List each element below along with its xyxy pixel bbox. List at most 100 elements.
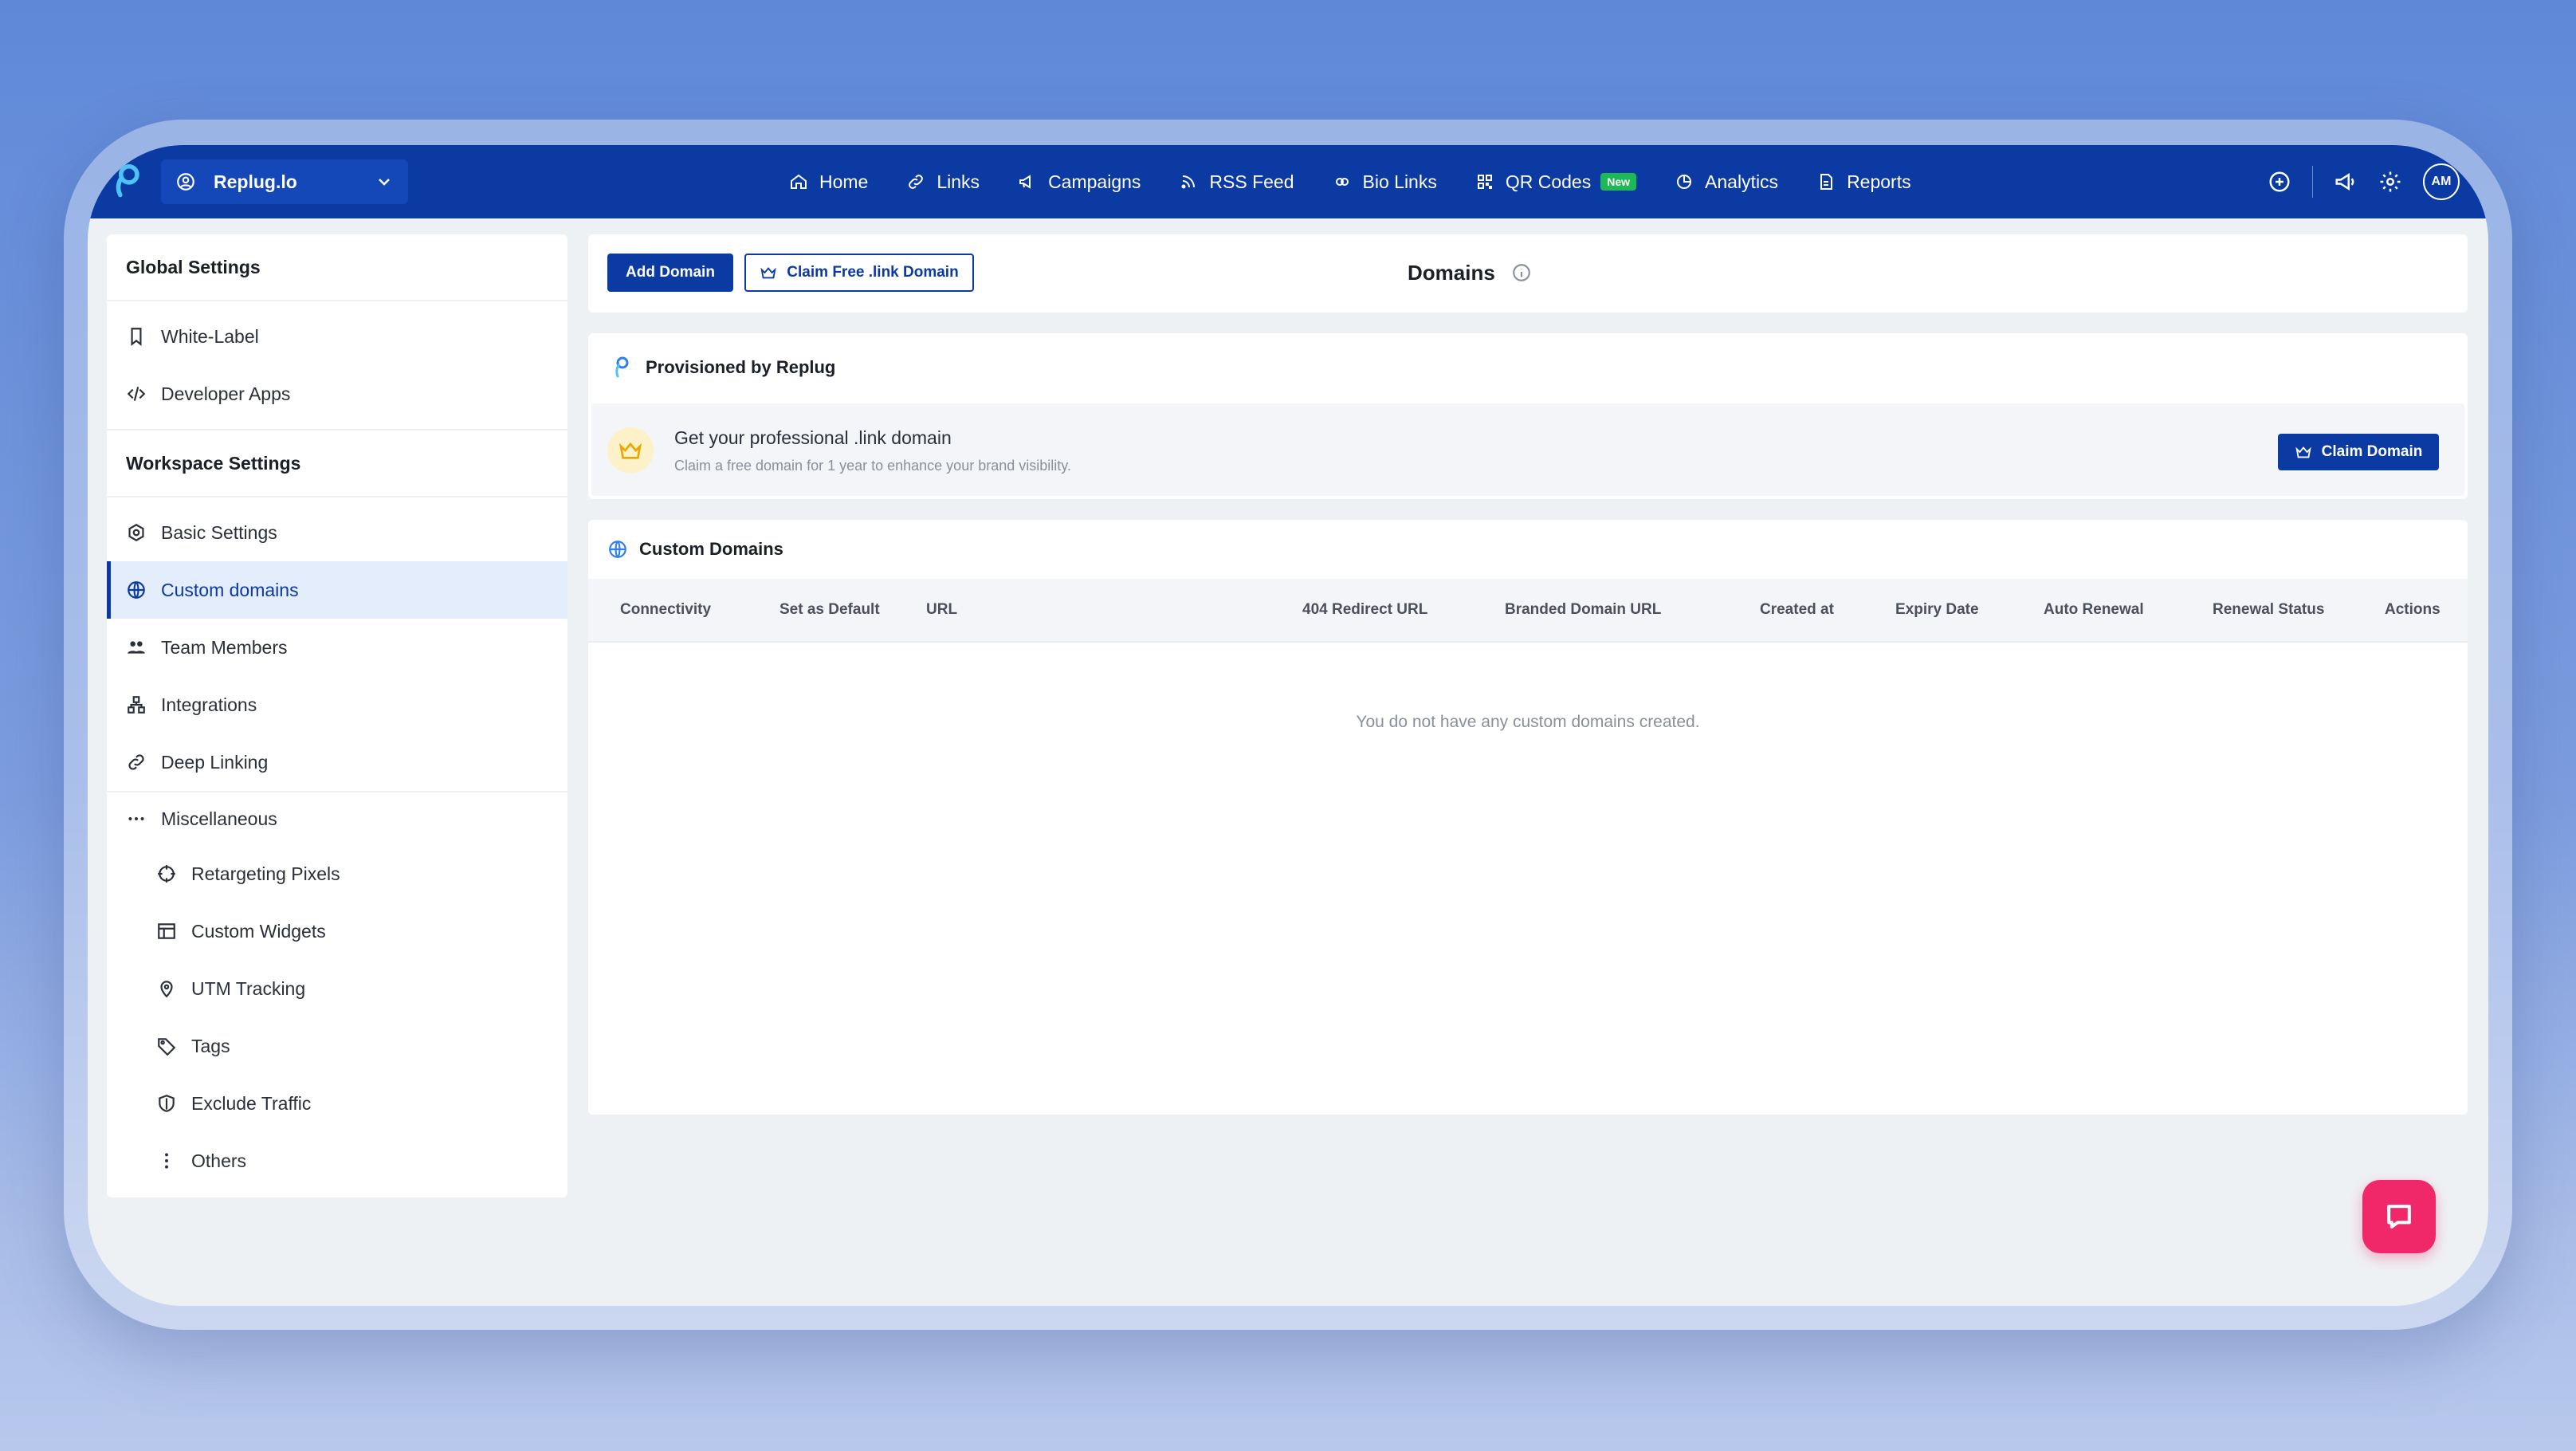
claim-free-link-domain-button[interactable]: Claim Free .link Domain (744, 254, 974, 292)
nav-home-label: Home (819, 171, 869, 192)
add-domain-button[interactable]: Add Domain (607, 254, 733, 292)
workspace-settings-heading: Workspace Settings (107, 431, 567, 497)
sidebar-item-label: Retargeting Pixels (191, 863, 340, 884)
nav-home[interactable]: Home (789, 171, 868, 193)
sidebar-item-label: White-Label (161, 325, 259, 347)
sidebar-item-custom-widgets[interactable]: Custom Widgets (107, 902, 567, 960)
location-icon (160, 981, 173, 998)
home-icon (791, 174, 807, 189)
claim-domain-button[interactable]: Claim Domain (2278, 434, 2439, 470)
plus-circle-icon[interactable] (2268, 170, 2291, 194)
custom-domains-heading: Custom Domains (607, 539, 783, 560)
workspace-name: Replug.lo (214, 171, 297, 192)
chevron-down-icon (379, 179, 390, 186)
info-icon[interactable] (1511, 262, 1532, 283)
crown-icon (2295, 446, 2311, 458)
new-badge: New (1600, 173, 1637, 191)
nav-links[interactable]: Links (906, 171, 980, 193)
sidebar-item-label: Integrations (161, 694, 257, 715)
nav-divider (2312, 166, 2313, 198)
report-icon (1820, 174, 1833, 190)
nav-bio-links[interactable]: Bio Links (1333, 171, 1437, 193)
column-url[interactable]: URL (926, 601, 957, 619)
sidebar-item-custom-domains[interactable]: Custom domains (107, 561, 567, 619)
bookmark-icon (131, 328, 142, 347)
user-avatar[interactable]: AM (2423, 163, 2460, 200)
sidebar-item-label: UTM Tracking (191, 977, 306, 999)
sidebar-item-label: Developer Apps (161, 383, 291, 404)
sidebar-item-label: Tags (191, 1035, 230, 1056)
link-icon (909, 175, 924, 189)
page-title-text: Domains (1408, 260, 1495, 285)
sidebar-item-basic-settings[interactable]: Basic Settings (107, 504, 567, 561)
custom-domains-title: Custom Domains (639, 539, 783, 559)
settings-gear-icon[interactable] (2378, 170, 2402, 194)
nav-analytics[interactable]: Analytics (1675, 171, 1778, 193)
column-created-at[interactable]: Created at (1760, 601, 1834, 619)
sidebar-item-label: Exclude Traffic (191, 1092, 312, 1114)
gear-icon (128, 523, 144, 542)
qr-icon (1477, 175, 1492, 189)
replug-logo-icon[interactable] (110, 163, 145, 201)
column-branded-domain-url[interactable]: Branded Domain URL (1505, 601, 1661, 619)
top-navbar: Replug.lo Home Links Campaigns RSS Feed (88, 145, 2488, 218)
rss-icon (1181, 175, 1196, 189)
column-set-as-default[interactable]: Set as Default (779, 601, 880, 619)
column-404-redirect-url[interactable]: 404 Redirect URL (1302, 601, 1427, 619)
nav-rss-feed[interactable]: RSS Feed (1179, 171, 1294, 193)
column-expiry-date[interactable]: Expiry Date (1895, 601, 1979, 619)
provisioned-heading: Provisioned by Replug (612, 356, 835, 379)
analytics-icon (1677, 175, 1692, 189)
column-renewal-status[interactable]: Renewal Status (2213, 601, 2324, 619)
team-icon (128, 641, 145, 654)
sidebar-item-tags[interactable]: Tags (107, 1017, 567, 1075)
crown-icon (760, 267, 776, 279)
sidebar-item-team-members[interactable]: Team Members (107, 619, 567, 676)
shield-icon (159, 1095, 175, 1112)
main-nav: Home Links Campaigns RSS Feed Bio Links … (789, 145, 1950, 218)
code-icon (127, 387, 146, 401)
custom-domains-panel: Custom Domains Connectivity Set as Defau… (588, 520, 2468, 1115)
sidebar-item-exclude-traffic[interactable]: Exclude Traffic (107, 1075, 567, 1132)
column-connectivity[interactable]: Connectivity (620, 601, 711, 619)
sidebar-item-miscellaneous[interactable]: Miscellaneous (107, 792, 567, 845)
crown-badge (607, 427, 654, 474)
sidebar-item-retargeting-pixels[interactable]: Retargeting Pixels (107, 845, 567, 902)
nav-campaigns[interactable]: Campaigns (1018, 171, 1141, 193)
settings-sidebar: Global Settings White-Label Developer Ap… (107, 234, 567, 1197)
promo-title: Get your professional .link domain (674, 427, 952, 448)
nav-campaigns-label: Campaigns (1048, 171, 1141, 192)
megaphone-icon (1019, 175, 1031, 189)
sidebar-item-label: Team Members (161, 636, 288, 658)
sidebar-item-label: Custom Widgets (191, 920, 326, 942)
support-chat-button[interactable] (2362, 1180, 2436, 1253)
sidebar-item-deep-linking[interactable]: Deep Linking (107, 733, 567, 791)
globe-icon (128, 581, 145, 599)
nav-reports-label: Reports (1847, 171, 1911, 192)
announcement-icon[interactable] (2334, 170, 2358, 194)
column-auto-renewal[interactable]: Auto Renewal (2044, 601, 2144, 619)
sidebar-item-utm-tracking[interactable]: UTM Tracking (107, 960, 567, 1017)
globe-icon (609, 541, 626, 558)
tag-icon (158, 1038, 176, 1056)
nav-qr-codes[interactable]: QR Codes New (1475, 171, 1637, 193)
more-vertical-icon (165, 1153, 168, 1169)
workspace-selector[interactable]: Replug.lo (161, 159, 408, 204)
bio-link-icon (1335, 178, 1349, 186)
link-domain-promo: Get your professional .link domain Claim… (591, 403, 2464, 496)
nav-reports[interactable]: Reports (1816, 171, 1911, 193)
sidebar-item-integrations[interactable]: Integrations (107, 676, 567, 733)
nav-rss-label: RSS Feed (1209, 171, 1294, 192)
column-actions[interactable]: Actions (2385, 601, 2441, 619)
domains-toolbar: Add Domain Claim Free .link Domain Domai… (588, 234, 2468, 313)
sidebar-item-label: Others (191, 1150, 247, 1171)
nav-links-label: Links (937, 171, 980, 192)
crosshair-icon (158, 865, 175, 883)
sidebar-item-others[interactable]: Others (107, 1132, 567, 1190)
crown-icon (618, 442, 642, 459)
sidebar-item-label: Deep Linking (161, 751, 269, 773)
sidebar-item-white-label[interactable]: White-Label (107, 308, 567, 365)
chat-icon (2387, 1205, 2411, 1229)
replug-logo-icon (615, 356, 629, 378)
sidebar-item-developer-apps[interactable]: Developer Apps (107, 365, 567, 423)
